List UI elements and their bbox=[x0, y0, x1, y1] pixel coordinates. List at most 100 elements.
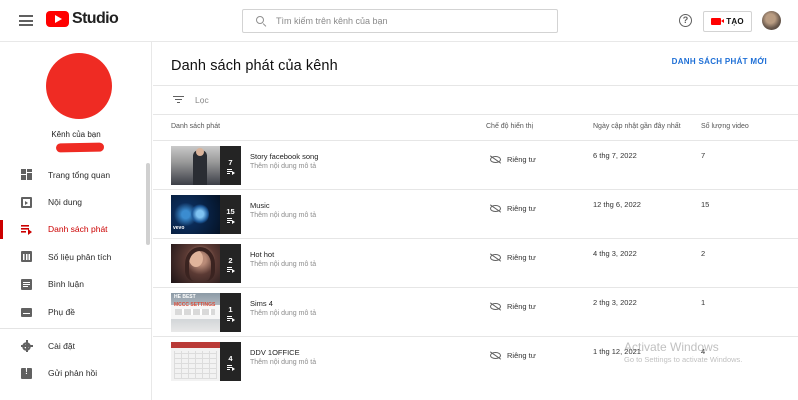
studio-logo[interactable]: Studio bbox=[46, 10, 119, 28]
windows-activation-watermark: Activate Windows bbox=[624, 340, 719, 354]
create-button-label: TẠO bbox=[726, 17, 744, 26]
account-avatar[interactable] bbox=[762, 11, 781, 30]
thumbnail-image bbox=[171, 342, 220, 381]
playlist-thumbnail[interactable]: 2 bbox=[171, 244, 241, 283]
thumbnail-caption: MCCC SETTINGS bbox=[174, 302, 216, 308]
thumbnail-image bbox=[171, 244, 220, 283]
analytics-icon bbox=[21, 251, 32, 263]
page-title: Danh sách phát của kênh bbox=[171, 58, 338, 74]
search-icon bbox=[256, 15, 267, 27]
sidebar-item-comments[interactable]: Bình luận bbox=[0, 271, 152, 298]
eye-off-icon bbox=[490, 303, 501, 310]
sidebar-scrollbar[interactable] bbox=[146, 163, 150, 245]
sidebar-item-label: Danh sách phát bbox=[48, 224, 108, 235]
video-count: 7 bbox=[701, 151, 706, 160]
table-row[interactable]: vevo 15 Music Thêm nội dung mô tả Riêng … bbox=[153, 190, 798, 239]
video-camera-icon bbox=[711, 18, 725, 25]
search-box[interactable] bbox=[242, 9, 558, 33]
thumbnail-video-count: 2 bbox=[228, 256, 233, 265]
top-bar: Studio ? TẠO bbox=[0, 0, 798, 42]
playlist-description[interactable]: Thêm nội dung mô tả bbox=[250, 212, 316, 219]
playlist-icon bbox=[227, 267, 235, 273]
thumbnail-count-overlay: 1 bbox=[220, 293, 241, 332]
visibility-cell: Riêng tư bbox=[490, 351, 536, 360]
sidebar-item-dashboard[interactable]: Trang tổng quan bbox=[0, 161, 152, 188]
playlist-thumbnail[interactable]: 4 bbox=[171, 342, 241, 381]
visibility-label: Riêng tư bbox=[507, 302, 536, 311]
youtube-logo-icon bbox=[46, 11, 69, 27]
visibility-cell: Riêng tư bbox=[490, 253, 536, 262]
channel-name-redacted bbox=[55, 142, 105, 153]
playlist-description[interactable]: Thêm nội dung mô tả bbox=[250, 163, 316, 170]
video-count: 2 bbox=[701, 249, 706, 258]
eye-off-icon bbox=[490, 352, 501, 359]
sidebar-divider bbox=[0, 328, 152, 330]
sidebar-item-analytics[interactable]: Số liệu phân tích bbox=[0, 243, 152, 270]
thumbnail-video-count: 7 bbox=[228, 158, 233, 167]
filter-bar[interactable]: Lọc bbox=[153, 86, 798, 115]
updated-date: 4 thg 3, 2022 bbox=[593, 249, 637, 258]
playlist-icon bbox=[227, 365, 235, 371]
content-icon bbox=[21, 196, 32, 208]
comments-icon bbox=[21, 278, 32, 290]
dashboard-icon bbox=[21, 169, 32, 181]
visibility-cell: Riêng tư bbox=[490, 302, 536, 311]
visibility-label: Riêng tư bbox=[507, 204, 536, 213]
playlist-title[interactable]: DDV 1OFFICE bbox=[250, 348, 300, 357]
sidebar-item-label: Nội dung bbox=[48, 197, 83, 208]
sidebar-nav: Trang tổng quan Nội dung Danh sách phát … bbox=[0, 161, 152, 387]
table-row[interactable]: 7 Story facebook song Thêm nội dung mô t… bbox=[153, 141, 798, 190]
playlist-thumbnail[interactable]: HE BEST MCCC SETTINGS 1 bbox=[171, 293, 241, 332]
visibility-label: Riêng tư bbox=[507, 155, 536, 164]
create-button[interactable]: TẠO bbox=[703, 11, 752, 32]
sidebar-item-settings[interactable]: Cài đặt bbox=[0, 332, 152, 359]
sidebar-item-label: Cài đặt bbox=[48, 341, 75, 352]
playlist-title[interactable]: Story facebook song bbox=[250, 152, 318, 161]
playlist-thumbnail[interactable]: vevo 15 bbox=[171, 195, 241, 234]
column-header-updated[interactable]: Ngày cập nhật gần đây nhất bbox=[593, 123, 681, 130]
menu-icon[interactable] bbox=[19, 15, 33, 26]
filter-icon[interactable] bbox=[173, 96, 184, 104]
sidebar-item-content[interactable]: Nội dung bbox=[0, 188, 152, 215]
visibility-cell: Riêng tư bbox=[490, 204, 536, 213]
table-row[interactable]: 2 Hot hot Thêm nội dung mô tả Riêng tư 4… bbox=[153, 239, 798, 288]
eye-off-icon bbox=[490, 254, 501, 261]
playlist-title[interactable]: Sims 4 bbox=[250, 299, 273, 308]
playlist-icon bbox=[227, 316, 235, 322]
playlist-title[interactable]: Hot hot bbox=[250, 250, 274, 259]
playlist-icon bbox=[227, 218, 235, 224]
sidebar-item-playlists[interactable]: Danh sách phát bbox=[0, 216, 152, 243]
column-header-visibility: Chế độ hiển thị bbox=[486, 123, 534, 130]
playlist-description[interactable]: Thêm nội dung mô tả bbox=[250, 310, 316, 317]
channel-avatar[interactable] bbox=[46, 53, 112, 119]
playlist-description[interactable]: Thêm nội dung mô tả bbox=[250, 261, 316, 268]
sidebar-item-subtitles[interactable]: Phụ đề bbox=[0, 298, 152, 325]
sidebar: Kênh của bạn Trang tổng quan Nội dung Da… bbox=[0, 42, 152, 400]
logo-text: Studio bbox=[72, 10, 119, 27]
table-row[interactable]: HE BEST MCCC SETTINGS 1 Sims 4 Thêm nội … bbox=[153, 288, 798, 337]
thumbnail-video-count: 4 bbox=[228, 354, 233, 363]
search-input[interactable] bbox=[276, 16, 546, 26]
thumbnail-count-overlay: 4 bbox=[220, 342, 241, 381]
playlist-thumbnail[interactable]: 7 bbox=[171, 146, 241, 185]
thumbnail-video-count: 15 bbox=[226, 207, 235, 216]
sidebar-item-label: Phụ đề bbox=[48, 306, 75, 317]
column-header-playlist: Danh sách phát bbox=[171, 123, 221, 130]
thumbnail-caption: HE BEST bbox=[174, 294, 196, 300]
thumbnail-count-overlay: 2 bbox=[220, 244, 241, 283]
thumbnail-caption: vevo bbox=[173, 225, 185, 231]
windows-activation-subtext: Go to Settings to activate Windows. bbox=[624, 355, 743, 364]
video-count: 1 bbox=[701, 298, 706, 307]
updated-date: 6 thg 7, 2022 bbox=[593, 151, 637, 160]
playlist-description[interactable]: Thêm nội dung mô tả bbox=[250, 359, 316, 366]
gear-icon bbox=[20, 340, 33, 353]
thumbnail-image: HE BEST MCCC SETTINGS bbox=[171, 293, 220, 332]
filter-label[interactable]: Lọc bbox=[195, 95, 209, 105]
eye-off-icon bbox=[490, 156, 501, 163]
new-playlist-button[interactable]: DANH SÁCH PHÁT MỚI bbox=[672, 57, 767, 66]
eye-off-icon bbox=[490, 205, 501, 212]
playlist-title[interactable]: Music bbox=[250, 201, 270, 210]
feedback-icon bbox=[21, 367, 32, 379]
help-icon[interactable]: ? bbox=[679, 14, 692, 27]
sidebar-item-feedback[interactable]: Gửi phản hồi bbox=[0, 360, 152, 387]
